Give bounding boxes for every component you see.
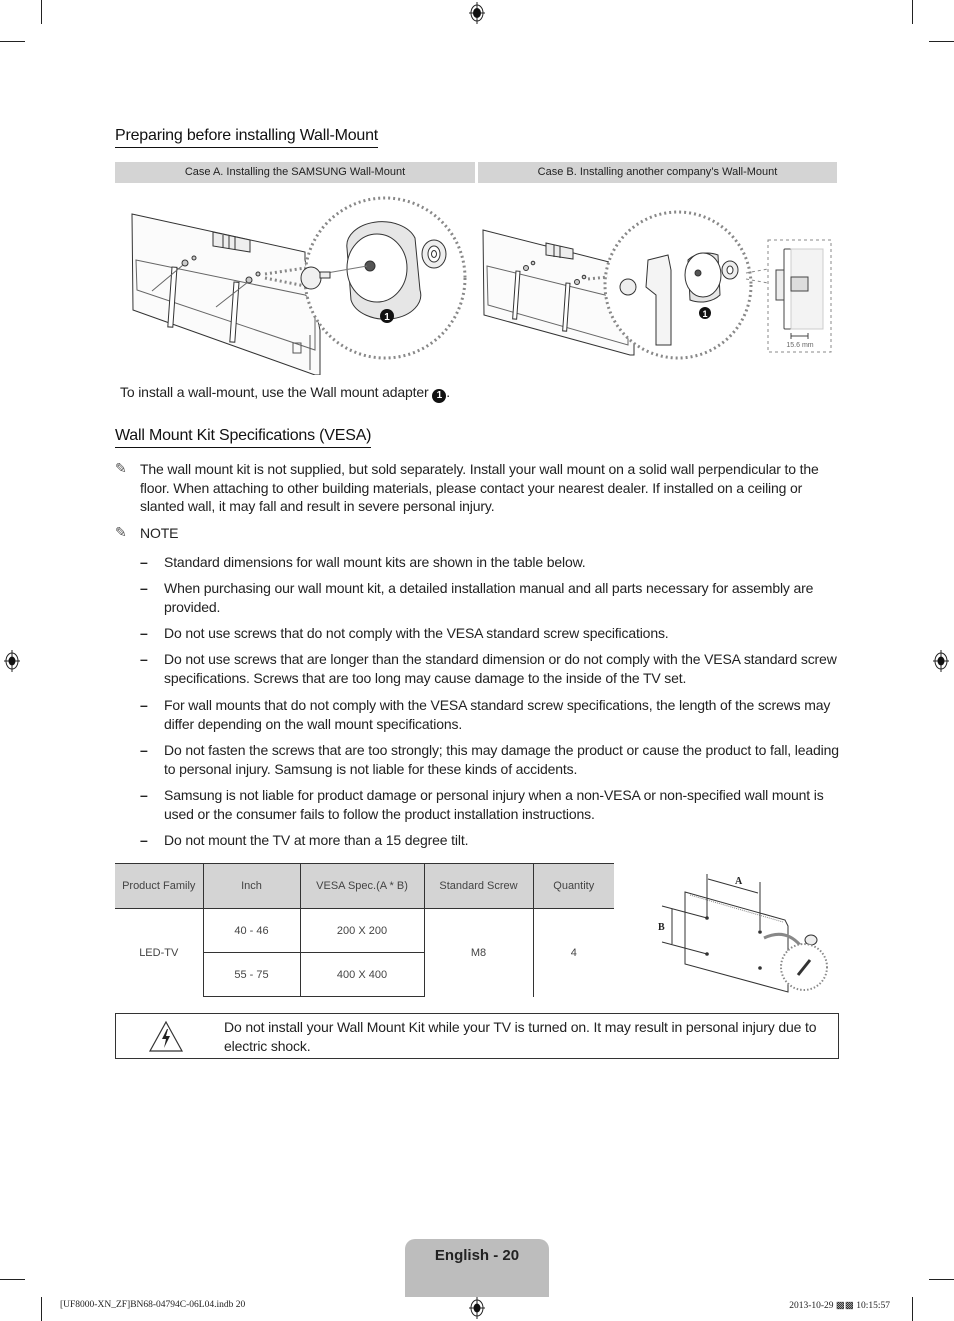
header-vesa-spec: VESA Spec.(A * B) xyxy=(299,863,424,909)
crop-mark xyxy=(41,1297,42,1321)
header-product-family: Product Family xyxy=(115,863,203,909)
note-item: – Do not fasten the screws that are too s… xyxy=(140,742,839,777)
header-standard-screw: Standard Screw xyxy=(423,863,533,909)
dimension-a-label: A xyxy=(735,876,743,887)
table-row: LED-TV 40 - 46 200 X 200 M8 4 xyxy=(115,908,614,997)
note-item: – Standard dimensions for wall mount kits… xyxy=(140,554,586,570)
warning-box: Do not install your Wall Mount Kit while… xyxy=(115,1013,839,1059)
instruction-end: . xyxy=(446,384,451,400)
crop-mark xyxy=(0,41,25,42)
note-item: – For wall mounts that do not comply with… xyxy=(140,697,831,732)
dimension-b-label: B xyxy=(658,922,665,933)
note-item: – When purchasing our wall mount kit, a d… xyxy=(140,580,814,615)
header-quantity: Quantity xyxy=(532,863,614,909)
section-title-preparing: Preparing before installing Wall-Mount xyxy=(115,127,378,148)
note-item: – Samsung is not liable for product damag… xyxy=(140,787,824,822)
pencil-note-icon: ✎ xyxy=(115,460,127,476)
cell-vesa: 200 X 200 xyxy=(299,908,424,953)
warning-text: Do not install your Wall Mount Kit while… xyxy=(224,1019,817,1054)
note-item: – Do not mount the TV at more than a 15 d… xyxy=(140,832,469,848)
vesa-intro: The wall mount kit is not supplied, but … xyxy=(140,461,819,514)
crop-mark xyxy=(0,1279,25,1280)
case-a-illustration: 1 xyxy=(131,196,467,375)
footer-timestamp: 2013-10-29 ▩▩ 10:15:57 xyxy=(789,1301,890,1311)
header-inch: Inch xyxy=(202,863,300,909)
svg-text:1: 1 xyxy=(702,309,707,319)
section-title-vesa: Wall Mount Kit Specifications (VESA) xyxy=(115,427,372,448)
footer-file: [UF8000-XN_ZF]BN68-04794C-06L04.indb 20 xyxy=(60,1300,246,1310)
table-header-row: Product Family Inch VESA Spec.(A * B) St… xyxy=(115,863,614,909)
page-label: English - 20 xyxy=(434,1247,520,1264)
pencil-note-icon: ✎ xyxy=(115,524,127,540)
note-item: – Do not use screws that do not comply wi… xyxy=(140,625,669,641)
vesa-dimension-diagram: A B xyxy=(658,874,828,993)
dimension-label: 15.6 mm xyxy=(786,342,813,349)
electric-shock-warning-icon xyxy=(148,1020,184,1052)
registration-mark-icon xyxy=(4,650,20,672)
crop-mark xyxy=(41,0,42,24)
registration-mark-icon xyxy=(469,2,485,24)
cell-inch: 55 - 75 xyxy=(202,952,300,997)
cell-quantity: 4 xyxy=(532,908,614,997)
note-label: NOTE xyxy=(140,525,179,541)
case-b-header: Case B. Installing another company’s Wal… xyxy=(478,162,837,183)
instruction-text: To install a wall-mount, use the Wall mo… xyxy=(120,383,450,403)
cell-vesa: 400 X 400 xyxy=(299,952,424,997)
page-number-tab: English - 20 xyxy=(405,1239,549,1297)
cell-inch: 40 - 46 xyxy=(202,908,300,953)
callout-number: 1 xyxy=(384,312,390,323)
crop-mark xyxy=(929,1279,954,1280)
tv-back-outline xyxy=(684,891,789,993)
registration-mark-icon xyxy=(933,650,949,672)
crop-mark xyxy=(929,41,954,42)
cell-standard-screw: M8 xyxy=(423,908,533,997)
note-item: – Do not use screws that are longer than … xyxy=(140,651,837,686)
registration-mark-icon xyxy=(469,1297,485,1319)
crop-mark xyxy=(912,0,913,24)
instruction-main: To install a wall-mount, use the Wall mo… xyxy=(120,384,429,400)
crop-mark xyxy=(912,1297,913,1321)
vesa-spec-table: Product Family Inch VESA Spec.(A * B) St… xyxy=(115,863,614,997)
adapter-badge: 1 xyxy=(432,389,447,403)
case-b-illustration: 1 15.6 mm xyxy=(482,210,832,360)
cell-product-family: LED-TV xyxy=(115,908,203,997)
case-a-header: Case A. Installing the SAMSUNG Wall-Moun… xyxy=(115,162,475,183)
